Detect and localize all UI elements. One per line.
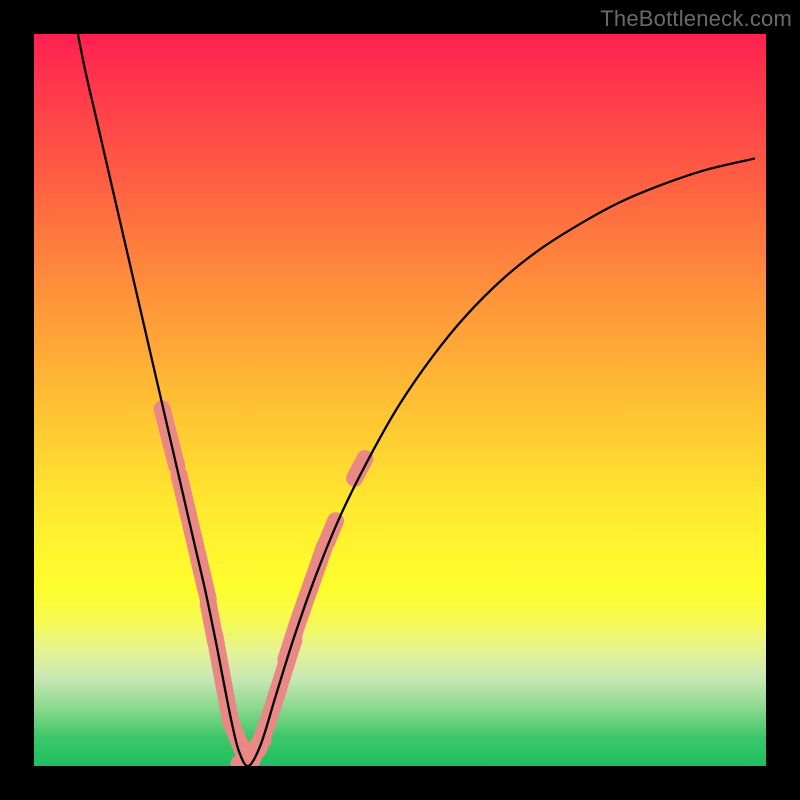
chart-root: TheBottleneck.com — [0, 0, 800, 800]
plot-area — [34, 34, 766, 766]
bottleneck-curve — [78, 34, 755, 766]
chart-svg — [34, 34, 766, 766]
highlight-layer — [162, 409, 365, 765]
watermark-text: TheBottleneck.com — [600, 6, 792, 32]
